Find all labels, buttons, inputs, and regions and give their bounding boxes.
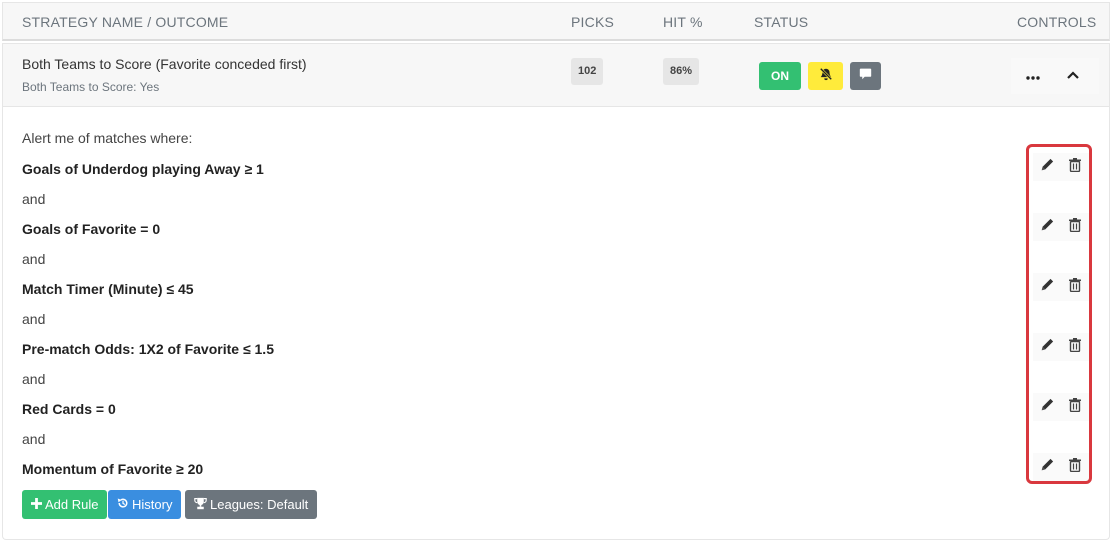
- delete-rule-button[interactable]: [1065, 217, 1085, 237]
- bell-slash-icon: [819, 67, 833, 86]
- add-rule-button[interactable]: Add Rule: [22, 490, 108, 519]
- rule-actions: [1033, 393, 1089, 421]
- collapse-button[interactable]: [1053, 58, 1093, 94]
- header-strategy-name: STRATEGY NAME / OUTCOME: [22, 14, 229, 30]
- delete-rule-button[interactable]: [1065, 277, 1085, 297]
- status-on-label: ON: [771, 69, 789, 83]
- trash-icon: [1069, 457, 1081, 477]
- pencil-icon: [1040, 218, 1054, 237]
- edit-rule-button[interactable]: [1037, 457, 1057, 477]
- header-status: STATUS: [754, 14, 809, 30]
- hit-percent-badge: 86%: [663, 58, 700, 85]
- leagues-button[interactable]: Leagues: Default: [185, 490, 318, 519]
- rule-actions: [1033, 273, 1089, 301]
- strategy-name: Both Teams to Score (Favorite conceded f…: [22, 56, 307, 72]
- history-label: History: [132, 497, 173, 512]
- pencil-icon: [1040, 278, 1054, 297]
- delete-rule-button[interactable]: [1065, 157, 1085, 177]
- alert-intro-text: Alert me of matches where:: [22, 130, 193, 146]
- header-picks: PICKS: [571, 14, 615, 30]
- delete-rule-button[interactable]: [1065, 397, 1085, 417]
- rule-actions: [1033, 333, 1089, 361]
- notification-toggle-button[interactable]: [808, 62, 843, 90]
- history-button[interactable]: History: [108, 490, 182, 519]
- chevron-up-icon: [1066, 67, 1080, 85]
- rule-connector: and: [22, 251, 46, 267]
- header-hit-percent: HIT %: [663, 14, 703, 30]
- trash-icon: [1069, 337, 1081, 357]
- status-on-toggle[interactable]: ON: [759, 62, 801, 90]
- rule-actions: [1033, 213, 1089, 241]
- edit-rule-button[interactable]: [1037, 337, 1057, 357]
- trash-icon: [1069, 277, 1081, 297]
- strategy-row[interactable]: Both Teams to Score (Favorite conceded f…: [2, 43, 1110, 107]
- rule-connector: and: [22, 371, 46, 387]
- rule-text: Goals of Underdog playing Away ≥ 1: [22, 161, 264, 177]
- rule-actions: [1033, 453, 1089, 481]
- pencil-icon: [1040, 158, 1054, 177]
- edit-rule-button[interactable]: [1037, 397, 1057, 417]
- rule-text: Pre-match Odds: 1X2 of Favorite ≤ 1.5: [22, 341, 274, 357]
- rule-text: Match Timer (Minute) ≤ 45: [22, 281, 194, 297]
- delete-rule-button[interactable]: [1065, 337, 1085, 357]
- pencil-icon: [1040, 458, 1054, 477]
- leagues-label: Leagues: Default: [210, 497, 309, 512]
- comment-icon: [859, 67, 872, 85]
- ellipsis-icon: [1026, 67, 1040, 85]
- more-options-button[interactable]: [1013, 58, 1053, 94]
- comment-button[interactable]: [850, 62, 881, 90]
- plus-icon: [31, 497, 42, 512]
- rule-actions: [1033, 153, 1089, 181]
- trash-icon: [1069, 397, 1081, 417]
- trash-icon: [1069, 217, 1081, 237]
- add-rule-label: Add Rule: [45, 497, 99, 512]
- pencil-icon: [1040, 398, 1054, 417]
- trophy-icon: [194, 497, 207, 513]
- pencil-icon: [1040, 338, 1054, 357]
- strategy-detail-panel: Alert me of matches where: Goals of Unde…: [2, 107, 1110, 540]
- edit-rule-button[interactable]: [1037, 217, 1057, 237]
- strategy-outcome: Both Teams to Score: Yes: [22, 80, 160, 94]
- header-controls: CONTROLS: [1017, 14, 1097, 30]
- delete-rule-button[interactable]: [1065, 457, 1085, 477]
- picks-badge: 102: [571, 58, 604, 85]
- edit-rule-button[interactable]: [1037, 157, 1057, 177]
- rule-connector: and: [22, 191, 46, 207]
- controls-group: [1011, 58, 1099, 94]
- rule-connector: and: [22, 431, 46, 447]
- edit-rule-button[interactable]: [1037, 277, 1057, 297]
- rule-text: Red Cards = 0: [22, 401, 116, 417]
- table-header: STRATEGY NAME / OUTCOME PICKS HIT % STAT…: [2, 2, 1110, 41]
- history-icon: [117, 497, 129, 512]
- rule-connector: and: [22, 311, 46, 327]
- trash-icon: [1069, 157, 1081, 177]
- rule-text: Momentum of Favorite ≥ 20: [22, 461, 204, 477]
- rule-text: Goals of Favorite = 0: [22, 221, 161, 237]
